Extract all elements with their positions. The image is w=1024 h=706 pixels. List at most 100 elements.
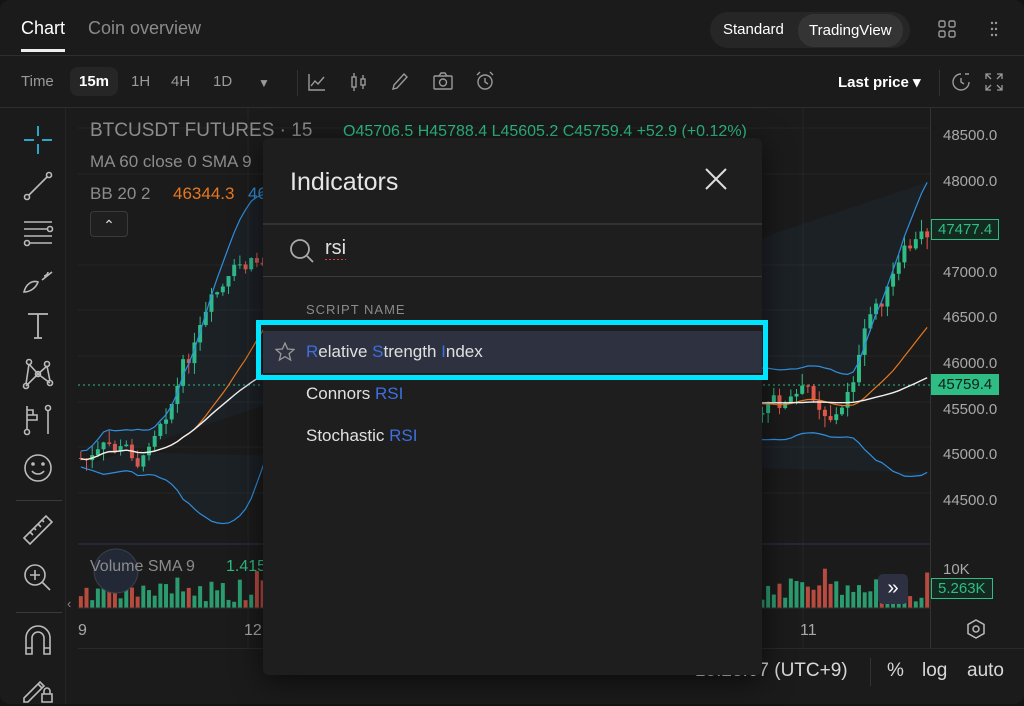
ruler-icon[interactable] — [20, 512, 56, 548]
volume-bar — [851, 591, 856, 608]
indicator-result-label: Connors RSI — [306, 384, 403, 404]
time-label: 9 — [78, 622, 87, 639]
candle-body — [896, 262, 901, 274]
last-price-tag: 45759.4 — [931, 374, 1000, 395]
volume-bar — [249, 594, 254, 608]
volume-legend: Volume SMA 9 — [90, 558, 195, 575]
volume-bar — [220, 583, 225, 608]
close-icon[interactable] — [703, 166, 729, 192]
candle-type-icon[interactable] — [350, 72, 368, 92]
search-match: S — [372, 342, 384, 361]
volume-bar — [90, 600, 95, 608]
lock-drawings-icon[interactable] — [20, 670, 56, 706]
text-tool-icon[interactable] — [20, 308, 56, 344]
label-text: trength — [383, 342, 442, 361]
price-source-dropdown[interactable]: Last price ▾ — [838, 73, 921, 91]
emoji-icon[interactable] — [20, 450, 56, 486]
volume-bar — [147, 590, 151, 608]
tools-divider — [16, 612, 62, 613]
volume-bar — [84, 587, 89, 608]
more-dots-icon[interactable] — [990, 21, 998, 37]
top-tabs: Chart Coin overview Standard TradingView — [0, 0, 1024, 56]
collapse-legend-button[interactable]: ⌃ — [90, 211, 128, 237]
candle-body — [925, 231, 930, 238]
volume-bar — [845, 585, 850, 608]
price-label: 45000.0 — [943, 446, 998, 463]
pencil-icon[interactable] — [391, 72, 409, 92]
log-scale-toggle[interactable]: log — [922, 660, 947, 682]
crosshair-icon[interactable] — [20, 122, 56, 158]
volume-bar — [175, 577, 180, 608]
volume-bar — [95, 588, 100, 608]
fib-lines-icon[interactable] — [20, 214, 56, 250]
replay-clock-icon[interactable] — [952, 73, 970, 91]
star-icon[interactable] — [275, 342, 295, 362]
search-match: R — [306, 342, 319, 361]
volume-bar — [215, 590, 220, 608]
volume-bar — [181, 591, 186, 608]
dialog-divider — [263, 223, 762, 225]
candle-body — [902, 245, 907, 263]
script-name-header: SCRIPT NAME — [306, 302, 406, 317]
zoom-in-icon[interactable] — [20, 560, 56, 596]
volume-bar — [237, 579, 242, 608]
search-match: RSI — [374, 384, 404, 403]
trend-line-icon[interactable] — [20, 168, 56, 204]
interval-dropdown-icon[interactable]: ▼ — [258, 76, 270, 90]
volume-bar — [78, 596, 83, 608]
volume-bar — [186, 587, 191, 608]
volume-bar — [913, 601, 918, 608]
candle-body — [891, 273, 896, 287]
alarm-clock-icon[interactable] — [475, 71, 495, 91]
volume-bar — [164, 584, 169, 608]
volume-bar — [129, 587, 134, 608]
candle-body — [811, 386, 816, 401]
fullscreen-icon[interactable] — [985, 73, 1003, 91]
view-standard-button[interactable]: Standard — [723, 21, 784, 38]
tab-chart[interactable]: Chart — [21, 18, 66, 52]
auto-scale-toggle[interactable]: auto — [967, 660, 1004, 682]
price-axis[interactable]: 48500.0 48000.0 47477.4 47000.0 46500.0 … — [930, 108, 1024, 648]
interval-15m[interactable]: 15m — [70, 67, 119, 96]
scroll-left-icon[interactable]: ‹ — [67, 596, 71, 611]
volume-bar — [834, 581, 839, 608]
volume-bar — [811, 589, 816, 608]
price-label: 48500.0 — [943, 127, 998, 144]
search-icon — [290, 239, 314, 263]
percent-scale-toggle[interactable]: % — [887, 660, 904, 682]
volume-bar — [232, 601, 237, 608]
volume-bar — [243, 600, 248, 608]
volume-bar — [908, 596, 913, 608]
time-label: 11 — [800, 622, 817, 639]
drawing-tools — [0, 108, 66, 704]
magnet-icon[interactable] — [20, 622, 56, 658]
price-label: 46500.0 — [943, 309, 998, 326]
volume-bar — [209, 581, 214, 608]
indicator-result-item[interactable]: Stochastic RSI — [263, 415, 762, 457]
interval-1h[interactable]: 1H — [131, 73, 150, 90]
indicators-chart-icon[interactable] — [308, 73, 326, 91]
indicator-result-item[interactable]: Relative Strength Index — [263, 331, 762, 373]
indicator-result-item[interactable]: Connors RSI — [263, 373, 762, 415]
candle-body — [800, 385, 805, 394]
indicator-result-label: Stochastic RSI — [306, 426, 418, 446]
interval-1d[interactable]: 1D — [213, 73, 232, 90]
volume-bar — [107, 591, 112, 608]
indicator-search-input[interactable] — [325, 237, 725, 260]
volume-bar — [254, 571, 259, 608]
view-tradingview-button[interactable]: TradingView — [798, 14, 903, 47]
volume-bar — [766, 585, 771, 608]
grid-layout-icon[interactable] — [938, 20, 956, 38]
interval-4h[interactable]: 4H — [171, 73, 190, 90]
pattern-icon[interactable] — [20, 356, 56, 392]
tab-coin-overview[interactable]: Coin overview — [88, 18, 201, 39]
forecast-icon[interactable] — [20, 402, 56, 438]
volume-bar — [158, 583, 163, 608]
camera-icon[interactable] — [433, 72, 453, 90]
volume-bar — [203, 601, 208, 608]
volume-tag: 5.263K — [931, 578, 993, 599]
axis-settings-icon[interactable] — [965, 618, 987, 640]
brush-icon[interactable] — [20, 262, 56, 298]
candle-body — [794, 393, 799, 397]
scroll-to-latest-button[interactable]: » — [878, 574, 908, 604]
